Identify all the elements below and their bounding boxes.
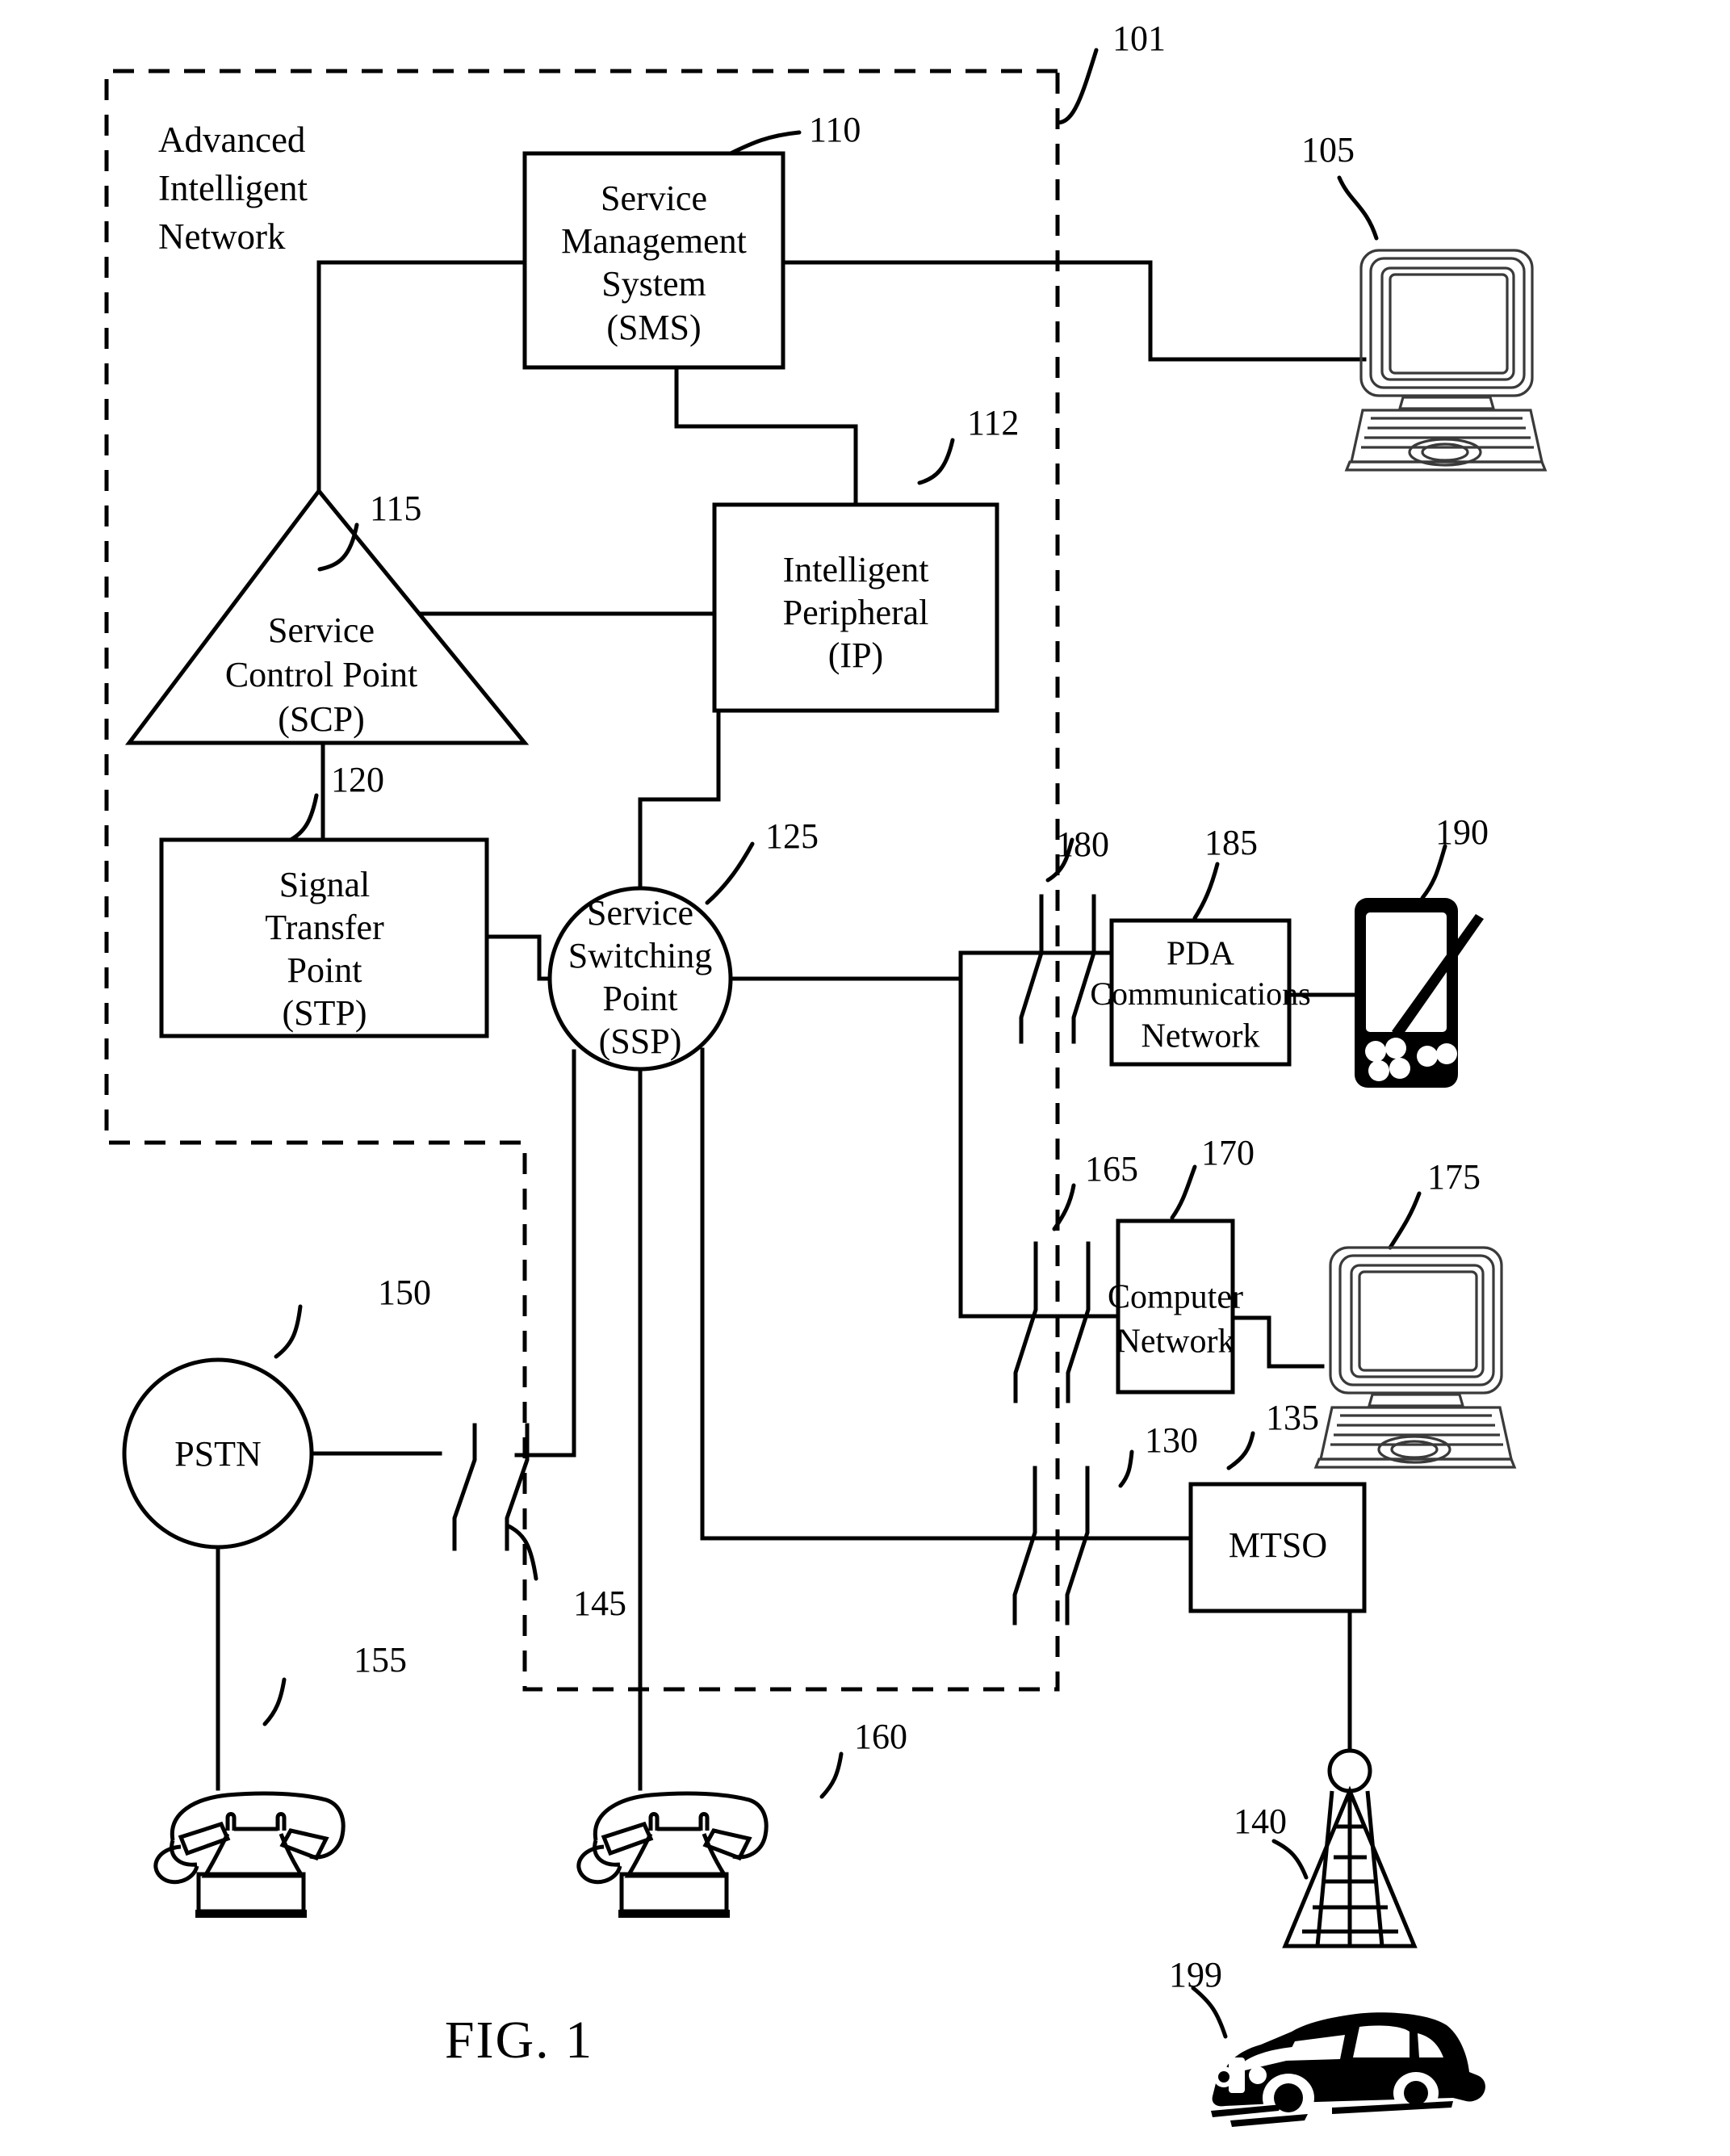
- node-stp-line-1: Transfer: [265, 908, 384, 947]
- node-ip-line-1: Peripheral: [783, 593, 929, 632]
- patent-figure-1: Service Management System (SMS) Intellig…: [0, 0, 1730, 2156]
- refnum-145: 145: [573, 1583, 626, 1623]
- leader-101: [1055, 48, 1099, 125]
- node-mtso-label: MTSO: [1229, 1525, 1327, 1565]
- node-ssp-line-2: Point: [603, 979, 678, 1018]
- node-sms-line-2: System: [601, 264, 706, 304]
- node-computer-network-line-0: Computer: [1108, 1279, 1243, 1316]
- trunk-symbol-computer: [1013, 1241, 1091, 1403]
- leader-145: [506, 1524, 538, 1581]
- refnum-175: 175: [1427, 1157, 1481, 1197]
- desktop-computer-icon-105: [1344, 249, 1548, 472]
- leader-130: [1118, 1449, 1134, 1488]
- leader-112: [917, 438, 955, 485]
- wire-sms-to-ip: [674, 365, 858, 507]
- wire-ssp-to-pstn-trunk: [514, 1049, 576, 1458]
- wire-computernetwork-to-computer175: [1230, 1315, 1325, 1369]
- node-stp-line-0: Signal: [279, 865, 370, 904]
- leader-135: [1226, 1431, 1255, 1470]
- node-sms-line-1: Management: [561, 221, 747, 261]
- refnum-120: 120: [331, 760, 384, 799]
- node-pda-network-line-0: PDA: [1167, 936, 1235, 973]
- node-ssp-line-1: Switching: [568, 936, 712, 975]
- refnum-190: 190: [1435, 812, 1489, 852]
- figure-caption: FIG. 1: [445, 2011, 593, 2070]
- refnum-115: 115: [370, 489, 421, 528]
- leader-170: [1170, 1164, 1197, 1220]
- node-scp-line-0: Service: [268, 610, 375, 650]
- node-scp-line-1: Control Point: [225, 655, 417, 694]
- leader-160: [819, 1751, 844, 1799]
- pda-icon-190: [1355, 898, 1484, 1088]
- refnum-150: 150: [378, 1273, 431, 1312]
- ain-title-line-1: Intelligent: [158, 168, 308, 208]
- refnum-160: 160: [854, 1717, 907, 1756]
- node-stp-line-2: Point: [287, 950, 362, 990]
- desk-telephone-icon-160: [576, 1791, 769, 1918]
- refnum-185: 185: [1204, 823, 1258, 862]
- node-scp-line-2: (SCP): [278, 699, 365, 739]
- desktop-computer-icon-175: [1313, 1246, 1517, 1469]
- automobile-icon-199: [1211, 2012, 1485, 2127]
- refnum-125: 125: [765, 816, 819, 856]
- node-pstn-label: PSTN: [174, 1434, 262, 1474]
- wire-ssp-to-mtso-trunk: [700, 1047, 1108, 1541]
- leader-175: [1388, 1191, 1422, 1250]
- refnum-155: 155: [354, 1640, 407, 1680]
- wire-sms-to-computer105: [781, 260, 1367, 362]
- ain-title: Advanced Intelligent Network: [158, 120, 308, 257]
- leader-105: [1337, 175, 1379, 241]
- wire-ssp-to-computer-trunk: [958, 976, 1068, 1319]
- refnum-135: 135: [1266, 1398, 1319, 1437]
- trunk-symbol-mtso: [1012, 1466, 1090, 1625]
- leader-155: [262, 1677, 287, 1726]
- refnum-165: 165: [1085, 1149, 1138, 1189]
- desk-telephone-icon-155: [153, 1791, 346, 1918]
- node-ssp-line-3: (SSP): [599, 1021, 682, 1061]
- node-sms-line-0: Service: [601, 178, 707, 218]
- refnum-105: 105: [1301, 130, 1355, 170]
- node-ip-line-0: Intelligent: [783, 550, 929, 589]
- node-computer-network-line-1: Network: [1116, 1323, 1235, 1361]
- refnum-180: 180: [1056, 824, 1109, 864]
- refnum-199: 199: [1169, 1955, 1222, 1995]
- wire-sms-to-scp: [316, 260, 527, 493]
- cell-tower-icon-140: [1282, 1748, 1418, 1948]
- refnum-170: 170: [1201, 1133, 1255, 1172]
- refnum-110: 110: [809, 110, 861, 149]
- refnum-112: 112: [967, 403, 1019, 443]
- refnum-140: 140: [1234, 1802, 1287, 1841]
- leader-120: [288, 793, 319, 842]
- leader-190: [1420, 844, 1447, 900]
- node-pda-network-line-1: Communications: [1090, 975, 1310, 1012]
- leader-140: [1271, 1839, 1309, 1880]
- wire-stp-to-ssp: [484, 934, 554, 981]
- leader-150: [274, 1304, 303, 1359]
- figure-canvas: Service Management System (SMS) Intellig…: [104, 19, 1548, 2127]
- leader-125: [705, 841, 755, 905]
- refnum-101: 101: [1112, 19, 1166, 58]
- node-ssp-line-0: Service: [587, 893, 693, 933]
- node-stp-line-3: (STP): [282, 993, 367, 1033]
- refnum-130: 130: [1145, 1420, 1198, 1460]
- leader-199: [1191, 1986, 1228, 2039]
- leader-110: [728, 130, 802, 156]
- wire-ip-to-ssp: [638, 708, 721, 891]
- node-sms-line-3: (SMS): [606, 308, 701, 347]
- leader-185: [1192, 862, 1220, 921]
- node-pda-network-line-2: Network: [1141, 1018, 1260, 1055]
- node-ip-line-2: (IP): [828, 635, 883, 675]
- ain-title-line-2: Network: [158, 216, 286, 257]
- ain-title-line-0: Advanced: [158, 120, 305, 160]
